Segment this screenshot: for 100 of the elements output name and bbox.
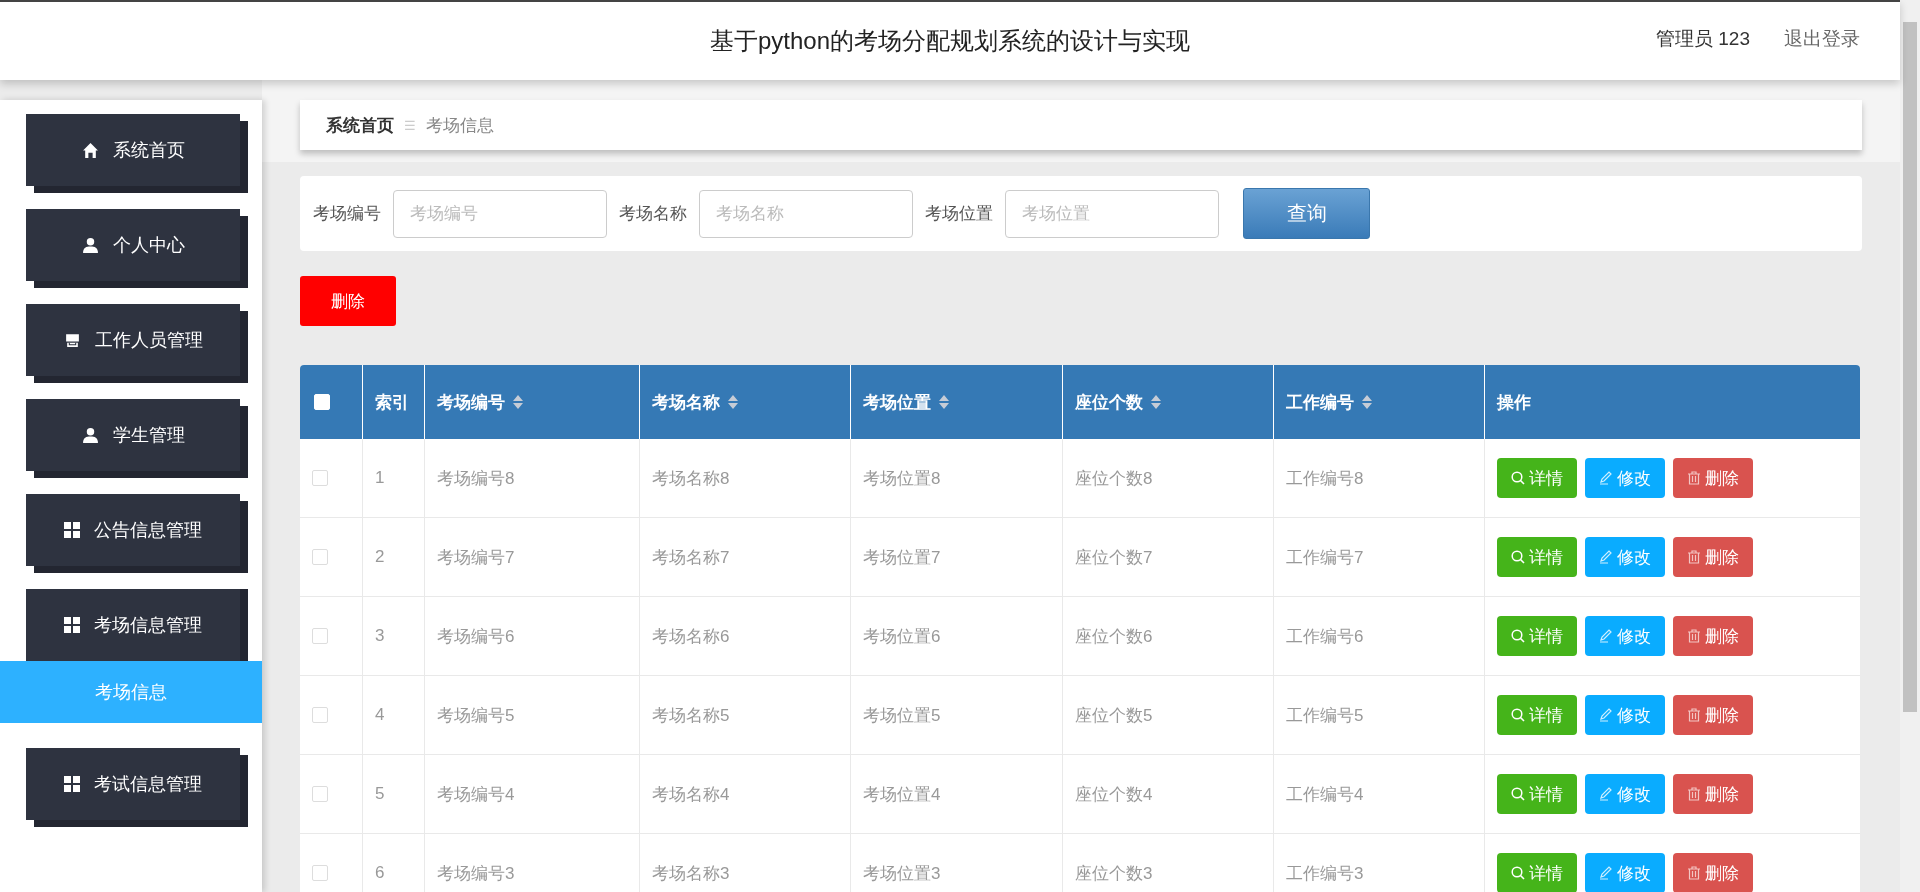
sort-icon — [728, 395, 738, 409]
column-header[interactable]: 考场编号 — [425, 365, 640, 439]
search-icon — [1511, 550, 1525, 564]
row-checkbox[interactable] — [312, 707, 328, 723]
table-cell-text: 考场名称6 — [652, 625, 730, 648]
search-icon — [1511, 471, 1525, 485]
table-cell-text: 工作编号4 — [1286, 783, 1364, 806]
row-checkbox[interactable] — [312, 865, 328, 881]
row-checkbox[interactable] — [312, 628, 328, 644]
delete-button[interactable]: 删除 — [300, 276, 396, 326]
table-cell-text: 考场名称5 — [652, 704, 730, 727]
breadcrumb-current: 考场信息 — [425, 114, 494, 137]
search-icon — [1511, 787, 1525, 801]
table-cell-text: 座位个数7 — [1075, 546, 1153, 569]
delete-button[interactable]: 删除 — [1673, 774, 1753, 814]
pencil-icon — [1599, 629, 1613, 643]
delete-button[interactable]: 删除 — [1673, 695, 1753, 735]
trash-icon — [1687, 866, 1701, 880]
table-cell-text: 工作编号7 — [1286, 546, 1364, 569]
search-label: 考场名称 — [619, 203, 687, 225]
trash-icon — [1687, 550, 1701, 564]
trash-icon — [1687, 708, 1701, 722]
sidebar-submenu-item[interactable]: 考场信息 — [0, 661, 262, 723]
trash-icon — [1687, 629, 1701, 643]
delete-button[interactable]: 删除 — [1673, 537, 1753, 577]
detail-button[interactable]: 详情 — [1497, 458, 1577, 498]
sort-icon — [1151, 395, 1161, 409]
search-icon — [1511, 708, 1525, 722]
table-cell-text: 座位个数5 — [1075, 704, 1153, 727]
table-cell: 5 — [375, 784, 385, 804]
edit-button[interactable]: 修改 — [1585, 458, 1665, 498]
table-cell-text: 考场位置3 — [863, 862, 941, 885]
row-checkbox[interactable] — [312, 786, 328, 802]
admin-user-label: 管理员 123 — [1656, 27, 1750, 51]
person-icon — [81, 236, 99, 254]
logout-link[interactable]: 退出登录 — [1784, 26, 1860, 52]
table-cell-text: 考场位置5 — [863, 704, 941, 727]
table-cell-text: 考场编号7 — [437, 546, 515, 569]
search-icon — [1511, 866, 1525, 880]
detail-button[interactable]: 详情 — [1497, 774, 1577, 814]
pencil-icon — [1599, 550, 1613, 564]
detail-button[interactable]: 详情 — [1497, 537, 1577, 577]
detail-button[interactable]: 详情 — [1497, 695, 1577, 735]
table-cell-text: 座位个数6 — [1075, 625, 1153, 648]
search-field[interactable]: 考场位置 — [1005, 189, 1219, 238]
grid-icon — [64, 776, 80, 792]
grid-icon — [64, 617, 80, 633]
grid-icon — [64, 522, 80, 538]
scrollbar[interactable] — [1900, 0, 1920, 892]
search-icon — [1511, 629, 1525, 643]
sort-icon — [513, 395, 523, 409]
edit-button[interactable]: 修改 — [1585, 853, 1665, 892]
table-cell-text: 考场名称3 — [652, 862, 730, 885]
delete-button[interactable]: 删除 — [1673, 458, 1753, 498]
pencil-icon — [1599, 471, 1613, 485]
table-cell-text: 工作编号8 — [1286, 467, 1364, 490]
pencil-icon — [1599, 708, 1613, 722]
row-checkbox[interactable] — [312, 549, 328, 565]
table-cell-text: 考场编号4 — [437, 783, 515, 806]
home-icon — [81, 141, 99, 159]
table-cell-text: 考场位置7 — [863, 546, 941, 569]
table-cell-text: 考场编号6 — [437, 625, 515, 648]
column-header[interactable]: 操作 — [1485, 365, 1860, 439]
search-field[interactable]: 考场名称 — [699, 189, 913, 238]
table-cell: 6 — [375, 863, 385, 883]
table-cell-text: 考场编号5 — [437, 704, 515, 727]
edit-button[interactable]: 修改 — [1585, 616, 1665, 656]
edit-button[interactable]: 修改 — [1585, 695, 1665, 735]
table-cell-text: 考场名称7 — [652, 546, 730, 569]
sort-icon — [1362, 395, 1372, 409]
table-cell-text: 考场位置4 — [863, 783, 941, 806]
system-title: 基于python的考场分配规划系统的设计与实现 — [709, 26, 1191, 56]
search-label: 考场位置 — [925, 203, 993, 225]
trash-icon — [1687, 471, 1701, 485]
delete-button[interactable]: 删除 — [1673, 616, 1753, 656]
detail-button[interactable]: 详情 — [1497, 616, 1577, 656]
trash-icon — [1687, 787, 1701, 801]
column-header[interactable]: 座位个数 — [1063, 365, 1274, 439]
table-cell-text: 工作编号6 — [1286, 625, 1364, 648]
search-field[interactable]: 考场编号 — [393, 189, 607, 238]
edit-button[interactable]: 修改 — [1585, 774, 1665, 814]
detail-button[interactable]: 详情 — [1497, 853, 1577, 892]
column-header[interactable]: 工作编号 — [1274, 365, 1485, 439]
pencil-icon — [1599, 787, 1613, 801]
table-cell-text: 座位个数4 — [1075, 783, 1153, 806]
table-cell-text: 考场编号8 — [437, 467, 515, 490]
breadcrumb-separator: ☰ — [404, 117, 416, 133]
table-cell-text: 工作编号5 — [1286, 704, 1364, 727]
select-all-checkbox[interactable] — [314, 394, 330, 410]
column-header[interactable]: 考场位置 — [851, 365, 1063, 439]
column-header[interactable]: 考场名称 — [640, 365, 851, 439]
table-cell-text: 考场位置6 — [863, 625, 941, 648]
column-header[interactable]: 索引 — [363, 365, 425, 439]
table-cell-text: 考场编号3 — [437, 862, 515, 885]
edit-button[interactable]: 修改 — [1585, 537, 1665, 577]
breadcrumb-home-link[interactable]: 系统首页 — [326, 113, 394, 137]
row-checkbox[interactable] — [312, 470, 328, 486]
pencil-icon — [1599, 866, 1613, 880]
delete-button[interactable]: 删除 — [1673, 853, 1753, 892]
query-button[interactable]: 查询 — [1243, 188, 1370, 239]
